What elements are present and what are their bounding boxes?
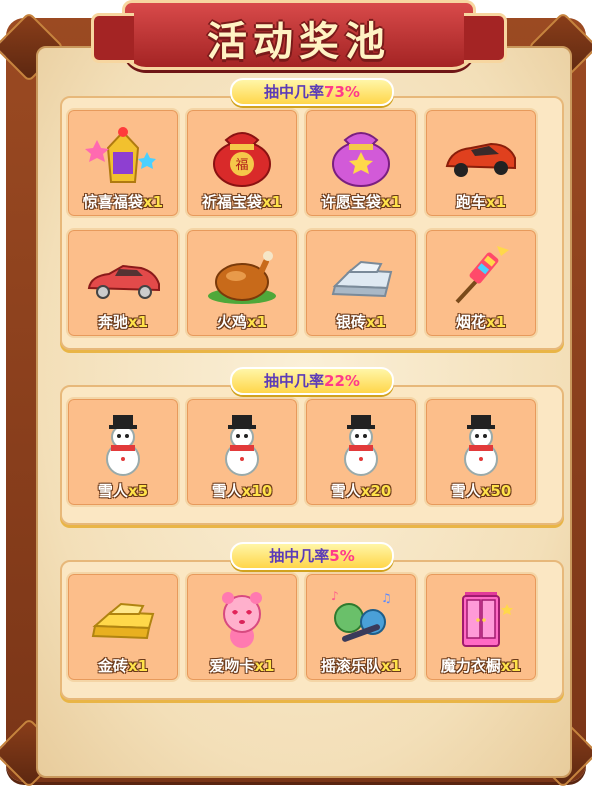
prize-card[interactable]: 爱吻卡x1	[185, 572, 299, 682]
prize-card[interactable]: 许愿宝袋x1	[304, 108, 418, 218]
snowman-icon	[106, 415, 140, 476]
svg-text:福: 福	[235, 158, 248, 173]
prize-card[interactable]: 金砖x1	[66, 572, 180, 682]
kiss-card-icon	[222, 592, 262, 648]
prize-card[interactable]: 雪人x10	[185, 397, 299, 507]
probability-badge: 抽中几率73%	[230, 78, 394, 106]
sports-car-icon	[445, 142, 516, 177]
surprise-bag-icon	[85, 127, 156, 183]
magic-wardrobe-icon	[462, 592, 513, 647]
gold-brick-icon	[91, 602, 155, 640]
probability-badge: 抽中几率5%	[230, 542, 394, 570]
benz-car-icon	[87, 264, 160, 299]
firework-icon	[455, 246, 509, 304]
prize-card[interactable]: 惊喜福袋x1	[66, 108, 180, 218]
rock-band-icon: ♪ ♫	[331, 589, 392, 642]
blessing-bag-icon: 福	[213, 132, 271, 187]
silver-brick-icon	[331, 260, 393, 298]
wish-bag-icon	[332, 132, 390, 187]
prize-card[interactable]: 烟花x1	[424, 228, 538, 338]
snowman-icon	[344, 415, 378, 476]
prize-card[interactable]: 福 祈福宝袋x1	[185, 108, 299, 218]
page-title: 活动奖池	[207, 19, 391, 65]
prize-card[interactable]: 雪人x5	[66, 397, 180, 507]
prize-card[interactable]: 银砖x1	[304, 228, 418, 338]
prize-card[interactable]: ♪ ♫ 摇滚乐队x1	[304, 572, 418, 682]
prize-card[interactable]: 雪人x50	[424, 397, 538, 507]
prize-card[interactable]: 跑车x1	[424, 108, 538, 218]
prize-card[interactable]: 雪人x20	[304, 397, 418, 507]
svg-text:♫: ♫	[381, 591, 392, 605]
snowman-icon	[464, 415, 498, 476]
prize-card[interactable]: 魔力衣橱x1	[424, 572, 538, 682]
title-banner: 活动奖池	[91, 0, 507, 70]
prize-card[interactable]: 火鸡x1	[185, 228, 299, 338]
svg-text:♪: ♪	[331, 589, 339, 603]
prize-card[interactable]: 奔驰x1	[66, 228, 180, 338]
prize-pool-panel: 活动奖池 抽中几率73% 抽中几率22% 抽中几率5% 惊喜福袋x1 福 祈福宝…	[0, 0, 592, 788]
snowman-icon	[225, 415, 259, 476]
probability-badge: 抽中几率22%	[230, 367, 394, 395]
turkey-icon	[208, 251, 276, 304]
